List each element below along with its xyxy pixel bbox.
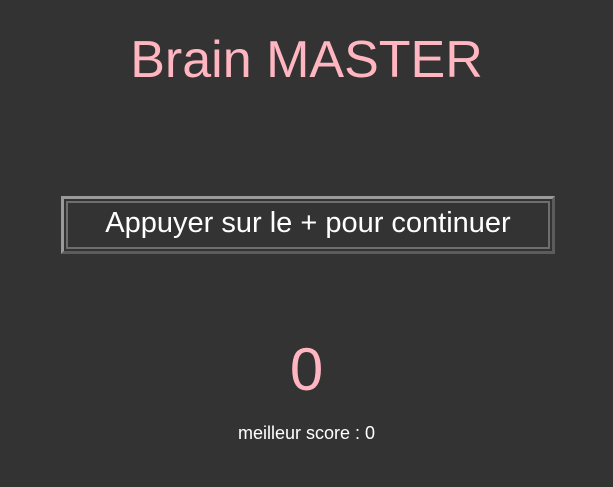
current-score: 0 xyxy=(289,336,324,403)
continue-button[interactable]: Appuyer sur le + pour continuer xyxy=(61,196,555,254)
game-title: Brain MASTER xyxy=(130,31,483,89)
best-score-label: meilleur score : 0 xyxy=(237,423,376,443)
